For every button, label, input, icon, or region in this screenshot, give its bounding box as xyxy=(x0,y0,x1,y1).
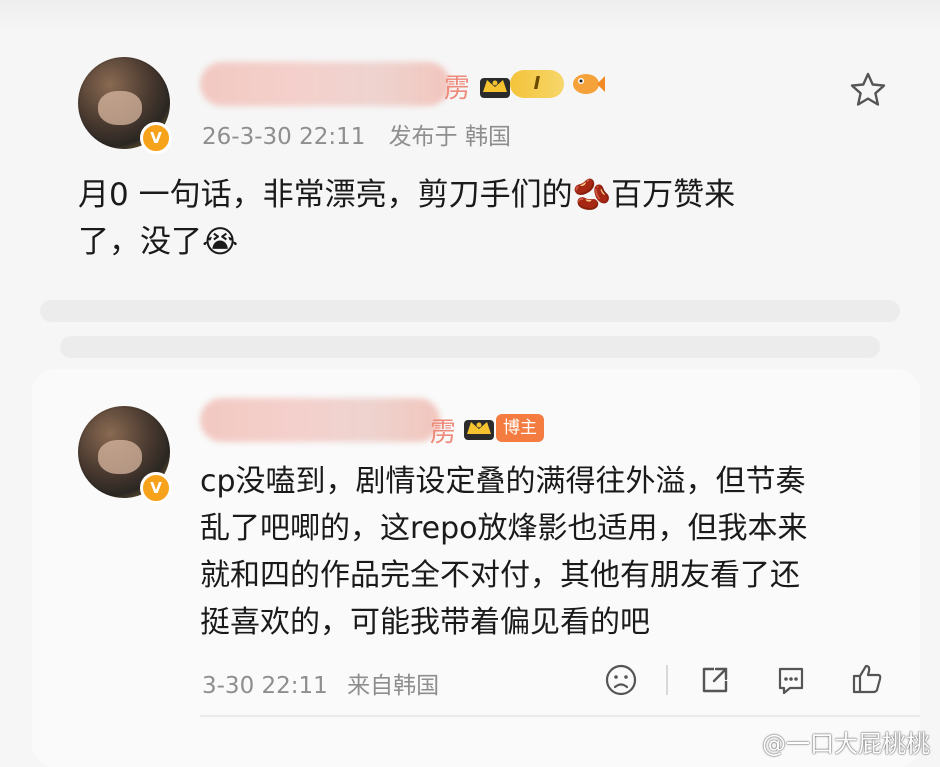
action-divider xyxy=(666,665,668,695)
post-content-line: 月0 一句话，非常漂亮，剪刀手们的🫘百万赞来 xyxy=(78,177,736,213)
comment-icon[interactable] xyxy=(774,663,808,697)
reply-author-name-tail: 雳 xyxy=(430,418,457,448)
fish-icon xyxy=(573,74,605,94)
reply-timestamp: 3-30 22:11 xyxy=(202,673,328,699)
reply-source: 来自韩国 xyxy=(347,673,440,699)
avatar-face xyxy=(98,440,142,474)
reply-content-line: 就和四的作品完全不对付，其他有朋友看了还 xyxy=(200,558,800,593)
reply-content-line: 挺喜欢的，可能我带着偏见看的吧 xyxy=(200,605,650,640)
post-content-line: 了，没了😭 xyxy=(78,224,239,260)
avatar-face xyxy=(98,91,142,125)
watermark: @一口大屁桃桃 xyxy=(762,730,930,758)
blurred-previous-content xyxy=(0,0,940,30)
star-outline-icon[interactable] xyxy=(848,70,888,110)
blurred-row xyxy=(60,336,880,358)
reply-content: cp没嗑到，剧情设定叠的满得往外溢，但节奏 乱了吧唧的，这repo放烽影也适用，… xyxy=(200,458,900,646)
reply-meta: 3-30 22:11 来自韩国 xyxy=(202,666,439,700)
blogger-badge: 博主 xyxy=(496,414,544,442)
verified-v-icon: V xyxy=(140,122,172,154)
reply-author-name-blurred[interactable] xyxy=(200,398,440,442)
sad-face-icon[interactable] xyxy=(604,663,638,697)
post-timestamp: 26-3-30 22:11 xyxy=(202,124,366,150)
blurred-row xyxy=(40,300,900,322)
level-badge: I xyxy=(510,70,564,98)
reply-divider xyxy=(200,715,920,717)
post-content: 月0 一句话，非常漂亮，剪刀手们的🫘百万赞来 了，没了😭 xyxy=(78,172,878,266)
post-meta: 26-3-30 22:11 发布于 韩国 xyxy=(202,117,511,151)
thumbs-up-icon[interactable] xyxy=(850,662,884,696)
post-source: 发布于 韩国 xyxy=(388,124,511,150)
crown-icon xyxy=(480,78,510,98)
share-icon[interactable] xyxy=(698,663,732,697)
author-name-tail: 雳 xyxy=(444,74,471,104)
reply-content-line: 乱了吧唧的，这repo放烽影也适用，但我本来 xyxy=(200,511,808,546)
author-name-blurred[interactable] xyxy=(200,62,450,106)
verified-v-icon: V xyxy=(140,472,172,504)
crown-icon xyxy=(464,420,494,440)
reply-content-line: cp没嗑到，剧情设定叠的满得往外溢，但节奏 xyxy=(200,464,806,499)
